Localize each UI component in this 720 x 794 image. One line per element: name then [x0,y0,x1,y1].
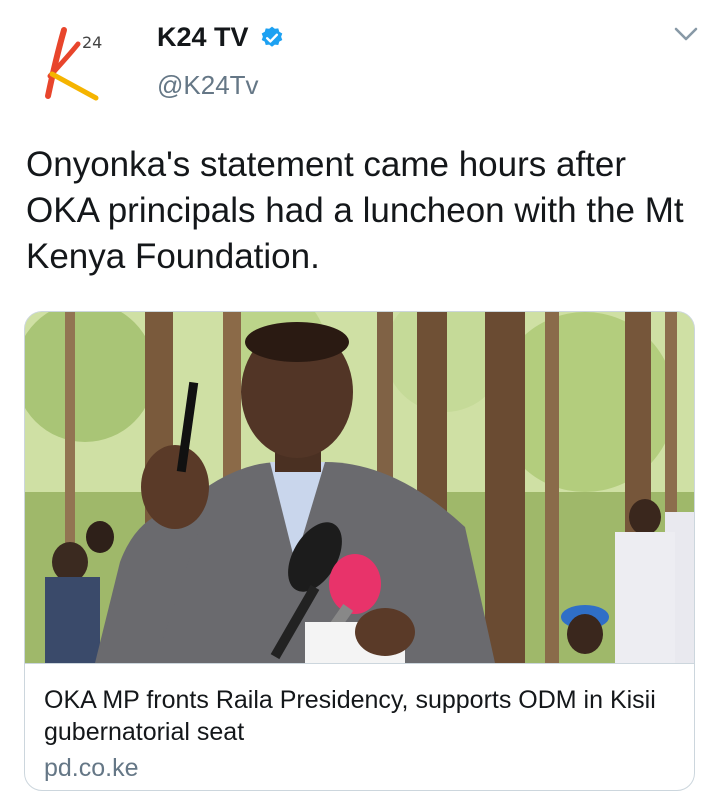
k24-logo-icon: 24 [45,27,102,101]
link-card[interactable]: OKA MP fronts Raila Presidency, supports… [24,311,695,791]
avatar[interactable]: 24 [26,18,126,118]
card-body[interactable]: OKA MP fronts Raila Presidency, supports… [25,663,694,790]
card-image[interactable] [25,312,694,663]
news-photo [25,312,694,663]
verified-badge-icon [261,26,282,47]
card-domain: pd.co.ke [44,754,139,782]
card-title[interactable]: OKA MP fronts Raila Presidency, supports… [44,684,674,748]
account-name-row: K24 TV [157,22,285,53]
display-name[interactable]: K24 TV [157,22,249,53]
tweet-text: Onyonka's statement came hours after OKA… [26,145,684,276]
account-handle[interactable]: @K24Tv [157,70,259,101]
logo-number: 24 [82,33,102,52]
chevron-down-icon[interactable] [672,24,700,44]
tweet: 24 K24 TV @K24Tv Onyonka's statement cam… [0,0,720,794]
